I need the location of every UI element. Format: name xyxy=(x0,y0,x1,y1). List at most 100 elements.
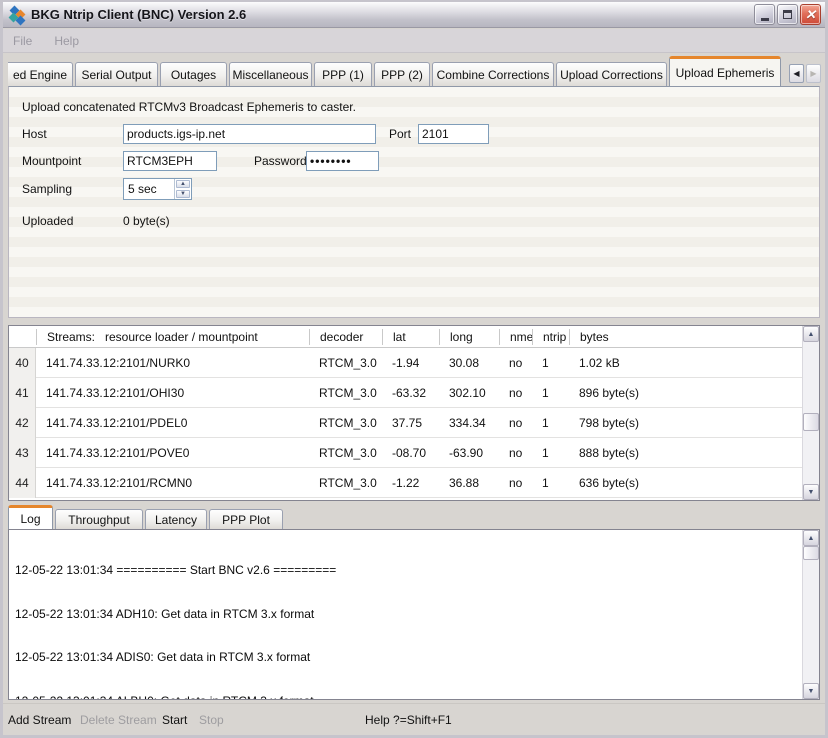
close-button[interactable]: ✕ xyxy=(800,4,821,25)
cell-long: 302.10 xyxy=(439,386,499,400)
log-scrollbar[interactable]: ▲ ▼ xyxy=(802,530,819,699)
sampling-value: 5 sec xyxy=(124,179,174,199)
host-input[interactable] xyxy=(123,124,376,144)
tabs-row: ed Engine Serial Output Outages Miscella… xyxy=(8,56,783,86)
tab-ppp-2[interactable]: PPP (2) xyxy=(374,62,430,86)
menu-file[interactable]: File xyxy=(13,34,32,48)
cell-nmea: no xyxy=(499,356,532,370)
minimize-icon xyxy=(761,18,769,21)
tab-combine-corrections[interactable]: Combine Corrections xyxy=(432,62,554,86)
cell-stream: 141.74.33.12:2101/POVE0 xyxy=(36,446,309,460)
tab-scroll-right-button[interactable]: ▶ xyxy=(806,64,821,83)
menu-help[interactable]: Help xyxy=(54,34,79,48)
port-input[interactable] xyxy=(418,124,489,144)
window-controls: ✕ xyxy=(754,4,821,25)
cell-lat: 37.75 xyxy=(382,416,439,430)
log-panel: 12-05-22 13:01:34 ========== Start BNC v… xyxy=(8,529,820,700)
cell-bytes: 896 byte(s) xyxy=(569,386,802,400)
streams-scrollbar[interactable]: ▲ ▼ xyxy=(802,326,819,500)
spin-down-icon: ▼ xyxy=(180,191,186,197)
cell-nmea: no xyxy=(499,446,532,460)
uploaded-label: Uploaded xyxy=(22,214,73,228)
scroll-down-button[interactable]: ▼ xyxy=(803,683,819,699)
streams-table: Streams: resource loader / mountpoint de… xyxy=(8,325,820,501)
cell-lat: -1.94 xyxy=(382,356,439,370)
row-number: 44 xyxy=(9,468,36,498)
spin-up-button[interactable]: ▲ xyxy=(176,180,190,188)
cell-ntrip: 1 xyxy=(532,356,569,370)
maximize-icon xyxy=(783,10,792,19)
cell-stream: 141.74.33.12:2101/NURK0 xyxy=(36,356,309,370)
cell-lat: -1.22 xyxy=(382,476,439,490)
row-number: 41 xyxy=(9,378,36,408)
tab-serial-output[interactable]: Serial Output xyxy=(75,62,158,86)
cell-nmea: no xyxy=(499,416,532,430)
tab-scrollers: ◀ ▶ xyxy=(789,64,821,83)
bottom-tabs-row: Log Throughput Latency PPP Plot xyxy=(8,505,285,529)
start-button[interactable]: Start xyxy=(162,713,187,727)
cell-decoder: RTCM_3.0 xyxy=(309,416,382,430)
log-output: 12-05-22 13:01:34 ========== Start BNC v… xyxy=(15,534,799,699)
cell-long: 36.88 xyxy=(439,476,499,490)
down-arrow-icon: ▼ xyxy=(808,489,815,496)
log-line: 12-05-22 13:01:34 ADH10: Get data in RTC… xyxy=(15,607,799,622)
uploaded-value: 0 byte(s) xyxy=(123,214,170,228)
down-arrow-icon: ▼ xyxy=(808,688,815,695)
row-number: 43 xyxy=(9,438,36,468)
tab-scroll-left-button[interactable]: ◀ xyxy=(789,64,804,83)
tab-throughput[interactable]: Throughput xyxy=(55,509,143,529)
cell-bytes: 636 byte(s) xyxy=(569,476,802,490)
log-line: 12-05-22 13:01:34 ========== Start BNC v… xyxy=(15,563,799,578)
tab-outages[interactable]: Outages xyxy=(160,62,227,86)
tab-upload-ephemeris[interactable]: Upload Ephemeris xyxy=(669,56,781,86)
header-bytes: bytes xyxy=(569,329,802,345)
table-row[interactable]: 42 141.74.33.12:2101/PDEL0 RTCM_3.0 37.7… xyxy=(9,408,802,438)
cell-decoder: RTCM_3.0 xyxy=(309,476,382,490)
cell-nmea: no xyxy=(499,476,532,490)
scrollbar-thumb[interactable] xyxy=(803,413,819,431)
window-title: BKG Ntrip Client (BNC) Version 2.6 xyxy=(31,7,246,22)
delete-stream-button[interactable]: Delete Stream xyxy=(80,713,157,727)
scroll-down-button[interactable]: ▼ xyxy=(803,484,819,500)
password-input[interactable] xyxy=(306,151,379,171)
header-lat: lat xyxy=(382,329,439,345)
left-arrow-icon: ◀ xyxy=(793,69,799,78)
cell-decoder: RTCM_3.0 xyxy=(309,356,382,370)
scroll-up-button[interactable]: ▲ xyxy=(803,530,819,546)
tab-ppp-plot[interactable]: PPP Plot xyxy=(209,509,283,529)
spin-down-button[interactable]: ▼ xyxy=(176,190,190,198)
cell-ntrip: 1 xyxy=(532,416,569,430)
header-streams: Streams: resource loader / mountpoint xyxy=(36,329,309,345)
mountpoint-input[interactable] xyxy=(123,151,217,171)
upload-ephemeris-panel: Upload concatenated RTCMv3 Broadcast Eph… xyxy=(8,86,820,318)
table-row[interactable]: 40 141.74.33.12:2101/NURK0 RTCM_3.0 -1.9… xyxy=(9,348,802,378)
scrollbar-thumb[interactable] xyxy=(803,546,819,560)
sampling-stepper[interactable]: 5 sec ▲ ▼ xyxy=(123,178,192,200)
up-arrow-icon: ▲ xyxy=(808,331,815,338)
cell-nmea: no xyxy=(499,386,532,400)
cell-decoder: RTCM_3.0 xyxy=(309,446,382,460)
app-window: BKG Ntrip Client (BNC) Version 2.6 ✕ Fil… xyxy=(0,0,828,738)
help-hint: Help ?=Shift+F1 xyxy=(365,713,452,727)
cell-stream: 141.74.33.12:2101/OHI30 xyxy=(36,386,309,400)
minimize-button[interactable] xyxy=(754,4,775,25)
streams-grid: Streams: resource loader / mountpoint de… xyxy=(9,326,802,498)
cell-ntrip: 1 xyxy=(532,386,569,400)
maximize-button[interactable] xyxy=(777,4,798,25)
tab-miscellaneous[interactable]: Miscellaneous xyxy=(229,62,312,86)
add-stream-button[interactable]: Add Stream xyxy=(8,713,71,727)
log-line: 12-05-22 13:01:34 ADIS0: Get data in RTC… xyxy=(15,650,799,665)
tab-upload-corrections[interactable]: Upload Corrections xyxy=(556,62,667,86)
scroll-up-button[interactable]: ▲ xyxy=(803,326,819,342)
stop-button[interactable]: Stop xyxy=(199,713,224,727)
cell-stream: 141.74.33.12:2101/RCMN0 xyxy=(36,476,309,490)
tab-feed-engine[interactable]: ed Engine xyxy=(8,62,73,86)
tab-bar: ed Engine Serial Output Outages Miscella… xyxy=(3,56,825,86)
table-row[interactable]: 41 141.74.33.12:2101/OHI30 RTCM_3.0 -63.… xyxy=(9,378,802,408)
tab-log[interactable]: Log xyxy=(8,505,53,529)
table-row[interactable]: 43 141.74.33.12:2101/POVE0 RTCM_3.0 -08.… xyxy=(9,438,802,468)
tab-ppp-1[interactable]: PPP (1) xyxy=(314,62,372,86)
title-bar[interactable]: BKG Ntrip Client (BNC) Version 2.6 ✕ xyxy=(3,2,825,28)
table-row[interactable]: 44 141.74.33.12:2101/RCMN0 RTCM_3.0 -1.2… xyxy=(9,468,802,498)
tab-latency[interactable]: Latency xyxy=(145,509,207,529)
